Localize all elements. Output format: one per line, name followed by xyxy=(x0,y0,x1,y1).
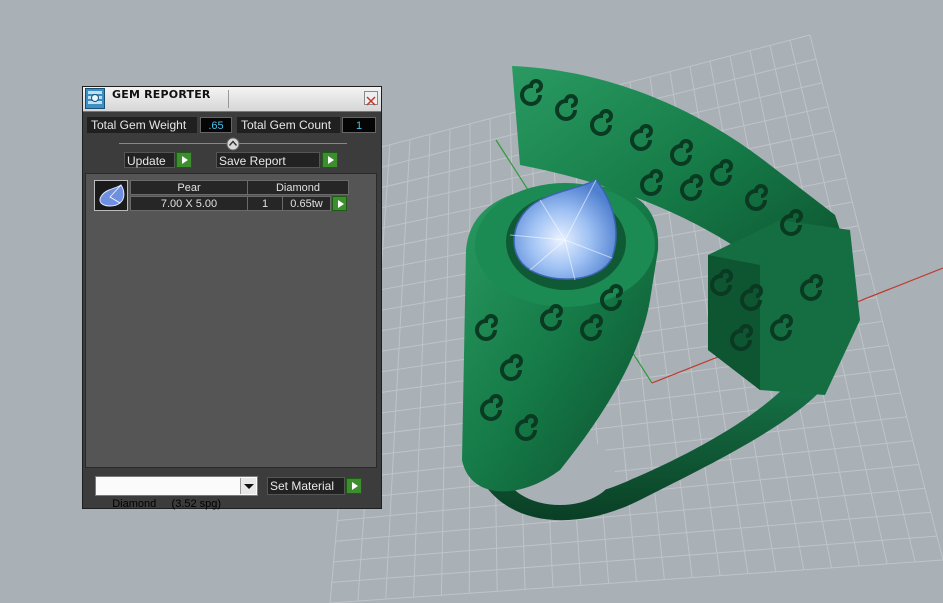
gem-shape-cell: Pear xyxy=(130,180,248,195)
pear-gem-icon xyxy=(94,180,128,211)
set-material-button[interactable]: Set Material xyxy=(267,477,345,495)
slider-handle-icon[interactable] xyxy=(226,136,240,151)
gem-list: Pear Diamond 7.00 X 5.00 1 0.65tw xyxy=(85,173,377,468)
play-arrow-icon[interactable] xyxy=(322,152,338,168)
gem-reporter-app-icon xyxy=(85,88,105,109)
total-gem-count-label: Total Gem Count xyxy=(237,117,340,133)
play-arrow-icon[interactable] xyxy=(332,196,347,211)
total-gem-weight-label: Total Gem Weight xyxy=(87,117,197,133)
total-gem-count-value: 1 xyxy=(342,117,376,133)
total-gem-weight-value: .65 xyxy=(200,117,232,133)
gem-material-cell: Diamond xyxy=(247,180,349,195)
material-select[interactable]: Diamond (3.52 spg) xyxy=(95,476,258,510)
play-arrow-icon[interactable] xyxy=(176,152,192,168)
material-select-value: Diamond (3.52 spg) xyxy=(112,498,222,510)
panel-title: GEM REPORTER xyxy=(112,88,211,101)
close-icon[interactable] xyxy=(364,91,378,106)
gem-size-cell: 7.00 X 5.00 xyxy=(130,196,248,211)
chevron-down-icon[interactable] xyxy=(240,478,256,494)
update-button[interactable]: Update xyxy=(124,152,175,168)
gem-weight-cell: 0.65tw xyxy=(282,196,331,211)
panel-titlebar[interactable]: GEM REPORTER xyxy=(83,87,381,112)
gem-count-cell: 1 xyxy=(247,196,283,211)
title-separator xyxy=(228,90,229,108)
gem-reporter-panel: GEM REPORTER Total Gem Weight .65 Total … xyxy=(82,86,382,510)
play-arrow-icon[interactable] xyxy=(346,478,362,494)
save-report-button[interactable]: Save Report xyxy=(216,152,320,168)
